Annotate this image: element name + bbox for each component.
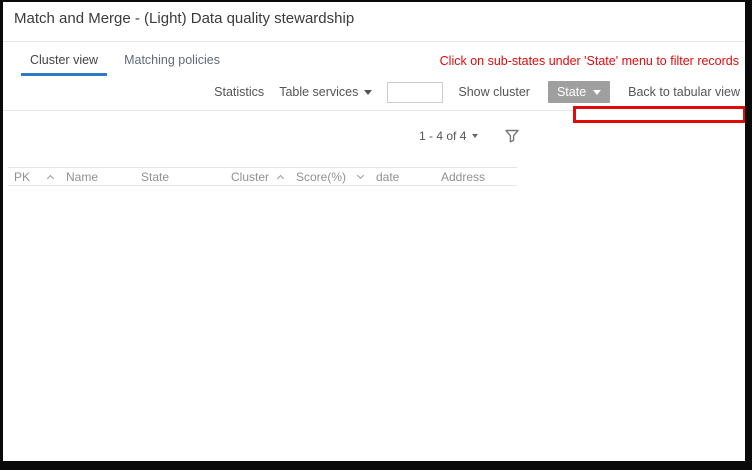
- toolbar: Statistics Table services Show cluster S…: [214, 81, 740, 103]
- column-header-label: PK: [14, 170, 30, 184]
- app-window: Match and Merge - (Light) Data quality s…: [0, 0, 752, 470]
- chevron-down-icon: [472, 134, 478, 138]
- back-label: Back to tabular view: [628, 85, 740, 99]
- table-header-row: PK Name State Cluster Score(%) date Address: [8, 167, 517, 186]
- state-menu: [573, 106, 746, 123]
- column-header-label: date: [376, 170, 399, 184]
- table-services-label: Table services: [279, 85, 358, 99]
- sort-desc-icon: [357, 172, 364, 179]
- column-header-cluster[interactable]: Cluster: [225, 168, 290, 185]
- filter-input[interactable]: [387, 82, 443, 103]
- statistics-label: Statistics: [214, 85, 264, 99]
- statistics-button[interactable]: Statistics: [214, 85, 264, 99]
- column-header-label: State: [141, 170, 169, 184]
- state-button-label: State: [557, 85, 586, 99]
- filter-funnel-icon[interactable]: [505, 129, 519, 143]
- sort-asc-icon: [277, 174, 284, 181]
- sort-asc-icon: [47, 174, 54, 181]
- annotation-text: Click on sub-states under 'State' menu t…: [440, 54, 739, 68]
- title-divider: [3, 41, 745, 42]
- column-header-label: Cluster: [231, 170, 269, 184]
- pagination: 1 - 4 of 4: [419, 129, 519, 143]
- table-services-button[interactable]: Table services: [279, 85, 372, 99]
- page-range-label: 1 - 4 of 4: [419, 129, 466, 143]
- column-header-label: Address: [441, 170, 485, 184]
- column-header-state[interactable]: State: [135, 168, 225, 185]
- active-tab-indicator: [21, 73, 107, 76]
- back-to-tabular-view-button[interactable]: Back to tabular view: [628, 85, 740, 99]
- column-header-pk[interactable]: PK: [8, 168, 60, 185]
- column-header-score[interactable]: Score(%): [290, 168, 370, 185]
- tab-matching-policies[interactable]: Matching policies: [124, 53, 220, 75]
- column-header-address[interactable]: Address: [435, 168, 517, 185]
- chevron-down-icon: [593, 90, 601, 95]
- column-header-label: Score(%): [296, 170, 346, 184]
- page-title: Match and Merge - (Light) Data quality s…: [14, 10, 354, 27]
- page-range-dropdown[interactable]: 1 - 4 of 4: [419, 129, 478, 143]
- tab-cluster-view[interactable]: Cluster view: [30, 53, 98, 75]
- chevron-down-icon: [364, 90, 372, 95]
- show-cluster-button[interactable]: Show cluster: [458, 85, 530, 99]
- column-header-label: Name: [66, 170, 98, 184]
- show-cluster-label: Show cluster: [458, 85, 530, 99]
- tab-bar: Cluster view Matching policies: [30, 53, 220, 75]
- column-header-name[interactable]: Name: [60, 168, 135, 185]
- state-menu-button[interactable]: State: [548, 81, 610, 103]
- records-table: PK Name State Cluster Score(%) date Address: [8, 167, 517, 186]
- column-header-date[interactable]: date: [370, 168, 435, 185]
